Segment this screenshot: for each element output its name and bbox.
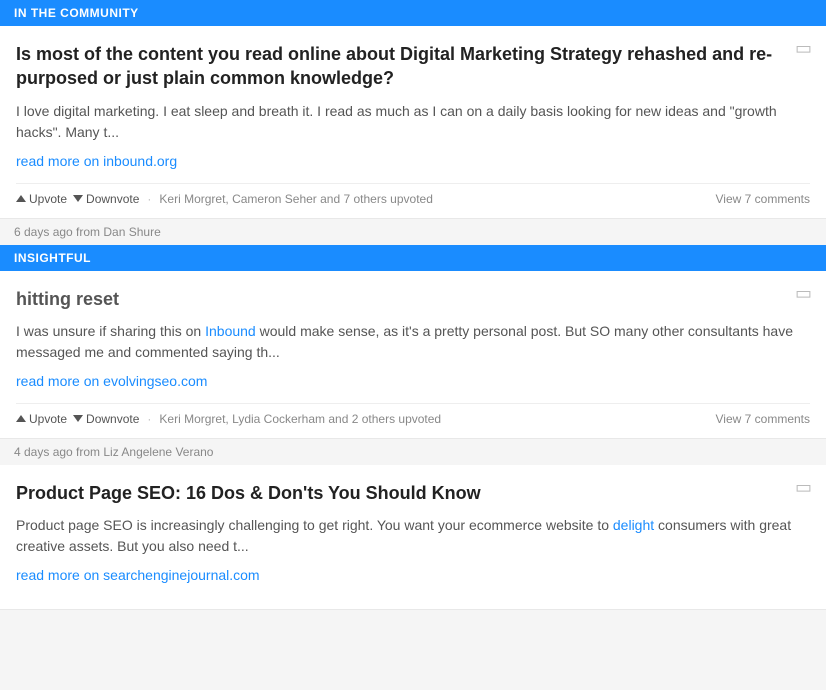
section-header-label-1: IN THE COMMUNITY	[14, 6, 139, 20]
vote-actions-2: Upvote Downvote · Keri Morgret, Lydia Co…	[16, 412, 441, 426]
card-excerpt-1: I love digital marketing. I eat sleep an…	[16, 101, 810, 143]
section-header-label-2: INSIGHTFUL	[14, 251, 91, 265]
upvote-icon-2	[16, 415, 26, 422]
card-2: ▭ hitting reset I was unsure if sharing …	[0, 271, 826, 439]
read-more-link-1[interactable]: read more on inbound.org	[16, 153, 177, 169]
meta-bar-1: 6 days ago from Dan Shure	[0, 219, 826, 245]
downvote-label-1: Downvote	[86, 192, 139, 206]
feed-container: IN THE COMMUNITY ▭ Is most of the conten…	[0, 0, 826, 610]
upvote-label-2: Upvote	[29, 412, 67, 426]
bookmark-icon-2[interactable]: ▭	[795, 283, 812, 304]
downvote-label-2: Downvote	[86, 412, 139, 426]
section-insightful: INSIGHTFUL ▭ hitting reset I was unsure …	[0, 245, 826, 465]
vote-names-1: Keri Morgret, Cameron Seher and 7 others…	[159, 192, 432, 206]
downvote-icon-1	[73, 195, 83, 202]
upvote-icon-1	[16, 195, 26, 202]
vote-bar-2: Upvote Downvote · Keri Morgret, Lydia Co…	[16, 403, 810, 426]
section-in-the-community: IN THE COMMUNITY ▭ Is most of the conten…	[0, 0, 826, 245]
view-comments-1[interactable]: View 7 comments	[716, 192, 810, 206]
excerpt-link-inbound[interactable]: Inbound	[205, 323, 256, 339]
read-more-link-3[interactable]: read more on searchenginejournal.com	[16, 567, 260, 583]
bookmark-icon-3[interactable]: ▭	[795, 477, 812, 498]
section-product-page: ▭ Product Page SEO: 16 Dos & Don'ts You …	[0, 465, 826, 610]
card-excerpt-2: I was unsure if sharing this on Inbound …	[16, 321, 810, 363]
upvote-button-2[interactable]: Upvote	[16, 412, 67, 426]
vote-dot-1: ·	[147, 192, 151, 206]
view-comments-2[interactable]: View 7 comments	[716, 412, 810, 426]
downvote-button-2[interactable]: Downvote	[73, 412, 139, 426]
card-title-1: Is most of the content you read online a…	[16, 42, 810, 91]
downvote-button-1[interactable]: Downvote	[73, 192, 139, 206]
vote-actions-1: Upvote Downvote · Keri Morgret, Cameron …	[16, 192, 433, 206]
section-header-1: IN THE COMMUNITY	[0, 0, 826, 26]
card-title-2: hitting reset	[16, 287, 810, 311]
bookmark-icon-1[interactable]: ▭	[795, 38, 812, 59]
vote-names-2: Keri Morgret, Lydia Cockerham and 2 othe…	[159, 412, 441, 426]
card-title-3: Product Page SEO: 16 Dos & Don'ts You Sh…	[16, 481, 810, 505]
card-1: ▭ Is most of the content you read online…	[0, 26, 826, 219]
vote-bar-1: Upvote Downvote · Keri Morgret, Cameron …	[16, 183, 810, 206]
downvote-icon-2	[73, 415, 83, 422]
card-excerpt-3: Product page SEO is increasingly challen…	[16, 515, 810, 557]
meta-bar-2: 4 days ago from Liz Angelene Verano	[0, 439, 826, 465]
excerpt-link-delight[interactable]: delight	[613, 517, 654, 533]
upvote-label-1: Upvote	[29, 192, 67, 206]
section-header-2: INSIGHTFUL	[0, 245, 826, 271]
upvote-button-1[interactable]: Upvote	[16, 192, 67, 206]
card-3: ▭ Product Page SEO: 16 Dos & Don'ts You …	[0, 465, 826, 610]
read-more-link-2[interactable]: read more on evolvingseo.com	[16, 373, 207, 389]
vote-dot-2: ·	[147, 412, 151, 426]
